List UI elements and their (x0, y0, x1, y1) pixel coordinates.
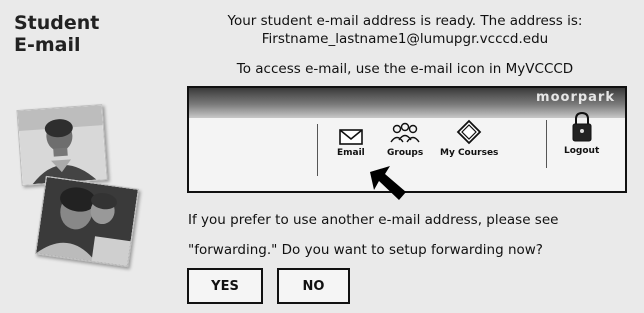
toolbar-email-label: Email (337, 148, 365, 158)
email-address: Firstname_lastname1@lumupgr.vcccd.edu (261, 31, 549, 47)
email-ready-text: Your student e-mail address is ready. Th… (227, 13, 583, 29)
toolbar-logout-label: Logout (564, 146, 600, 156)
toolbar-logout[interactable]: Logout (564, 110, 599, 156)
no-button[interactable]: NO (277, 268, 350, 304)
toolbar-groups-label: Groups (387, 148, 424, 158)
toolbar-separator (317, 124, 318, 176)
forwarding-question-line-1: If you prefer to use another e-mail addr… (188, 212, 559, 228)
student-man-photo (16, 104, 108, 186)
title-line-2: E-mail (14, 34, 81, 56)
portal-banner: moorpark (189, 88, 625, 118)
arrow-cursor-icon (370, 166, 406, 200)
banner-text: moorpark (536, 90, 615, 105)
page-title: Student E-mail (14, 12, 99, 56)
access-instruction-text: To access e-mail, use the e-mail icon in… (236, 61, 574, 77)
forwarding-question-line-2: "forwarding." Do you want to setup forwa… (188, 242, 543, 258)
students-at-computer-photo (34, 175, 140, 268)
toolbar-my-courses-label: My Courses (440, 148, 499, 158)
title-line-1: Student (14, 12, 100, 34)
people-icon (390, 122, 420, 143)
toolbar-my-courses[interactable]: My Courses (440, 118, 498, 158)
envelope-icon (339, 129, 363, 145)
yes-button[interactable]: YES (187, 268, 263, 304)
toolbar-groups[interactable]: Groups (387, 122, 423, 158)
toolbar-separator (546, 120, 547, 168)
padlock-icon (572, 111, 592, 142)
toolbar-email[interactable]: Email (337, 128, 365, 158)
courses-icon (456, 119, 482, 145)
